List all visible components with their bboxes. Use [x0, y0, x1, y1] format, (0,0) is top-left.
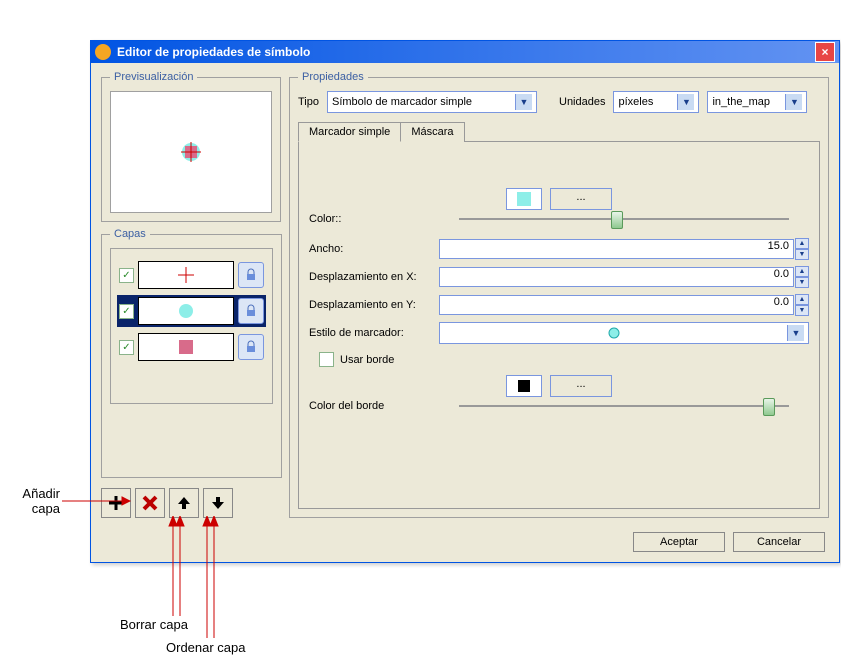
type-combo[interactable]: Símbolo de marcador simple ▼ [327, 91, 537, 113]
chevron-down-icon: ▼ [785, 94, 802, 110]
annotation-del: Borrar capa [120, 617, 188, 632]
width-label: Ancho: [309, 243, 439, 255]
layer-lock-button[interactable] [238, 262, 264, 288]
tab-simple-marker[interactable]: Marcador simple [298, 122, 401, 142]
context-combo[interactable]: in_the_map ▼ [707, 91, 807, 113]
border-color-more-button[interactable]: ... [550, 375, 612, 397]
offset-x-label: Desplazamiento en X: [309, 271, 439, 283]
units-combo[interactable]: píxeles ▼ [613, 91, 699, 113]
app-icon [95, 44, 111, 60]
border-color-swatch[interactable] [506, 375, 542, 397]
layer-row[interactable]: ✓ [117, 295, 266, 327]
type-label: Tipo [298, 96, 319, 108]
width-input[interactable]: 15.0 [439, 239, 794, 259]
symbol-editor-dialog: Editor de propiedades de símbolo × Previ… [90, 40, 840, 563]
color-opacity-slider[interactable] [459, 214, 789, 224]
move-layer-up-button[interactable] [169, 488, 199, 518]
chevron-down-icon: ▼ [677, 94, 694, 110]
close-button[interactable]: × [815, 42, 835, 62]
layer-lock-button[interactable] [238, 334, 264, 360]
chevron-down-icon: ▼ [515, 94, 532, 110]
cancel-button[interactable]: Cancelar [733, 532, 825, 552]
marker-style-label: Estilo de marcador: [309, 327, 439, 339]
layer-row[interactable]: ✓ [117, 259, 266, 291]
annotation-order: Ordenar capa [166, 640, 246, 655]
color-swatch[interactable] [506, 188, 542, 210]
layers-panel: Capas ✓ ✓ [101, 228, 282, 478]
tab-panel: ... Color:: Ancho: 15.0 ▲▼ Desplazamient… [298, 141, 820, 509]
titlebar[interactable]: Editor de propiedades de símbolo × [91, 41, 839, 63]
offset-y-spinner[interactable]: ▲▼ [795, 294, 809, 316]
layer-visible-checkbox[interactable]: ✓ [119, 340, 134, 355]
width-spinner[interactable]: ▲▼ [795, 238, 809, 260]
color-label: Color:: [309, 213, 439, 225]
tab-mask[interactable]: Máscara [400, 122, 464, 142]
properties-panel: Propiedades Tipo Símbolo de marcador sim… [289, 71, 829, 518]
layer-visible-checkbox[interactable]: ✓ [119, 304, 134, 319]
border-opacity-slider[interactable] [459, 401, 789, 411]
layers-legend: Capas [110, 228, 150, 240]
layer-lock-button[interactable] [238, 298, 264, 324]
annotation-add: Añadir capa [10, 486, 60, 516]
offset-y-label: Desplazamiento en Y: [309, 299, 439, 311]
preview-panel: Previsualización [101, 71, 281, 222]
marker-style-combo[interactable]: ▼ [439, 322, 809, 344]
color-more-button[interactable]: ... [550, 188, 612, 210]
layer-row[interactable]: ✓ [117, 331, 266, 363]
offset-y-input[interactable]: 0.0 [439, 295, 794, 315]
ok-button[interactable]: Aceptar [633, 532, 725, 552]
move-layer-down-button[interactable] [203, 488, 233, 518]
layer-symbol-preview [138, 333, 234, 361]
layer-visible-checkbox[interactable]: ✓ [119, 268, 134, 283]
window-title: Editor de propiedades de símbolo [117, 45, 815, 59]
layer-toolbar [101, 488, 281, 518]
preview-legend: Previsualización [110, 71, 197, 83]
add-layer-button[interactable] [101, 488, 131, 518]
delete-layer-button[interactable] [135, 488, 165, 518]
use-border-checkbox[interactable]: ✓ [319, 352, 334, 367]
layer-symbol-preview [138, 261, 234, 289]
preview-canvas [110, 91, 272, 213]
properties-legend: Propiedades [298, 71, 368, 83]
layer-symbol-preview [138, 297, 234, 325]
use-border-label: Usar borde [340, 354, 394, 366]
border-color-label: Color del borde [309, 400, 439, 412]
chevron-down-icon: ▼ [787, 325, 804, 341]
offset-x-input[interactable]: 0.0 [439, 267, 794, 287]
offset-x-spinner[interactable]: ▲▼ [795, 266, 809, 288]
units-label: Unidades [559, 96, 605, 108]
